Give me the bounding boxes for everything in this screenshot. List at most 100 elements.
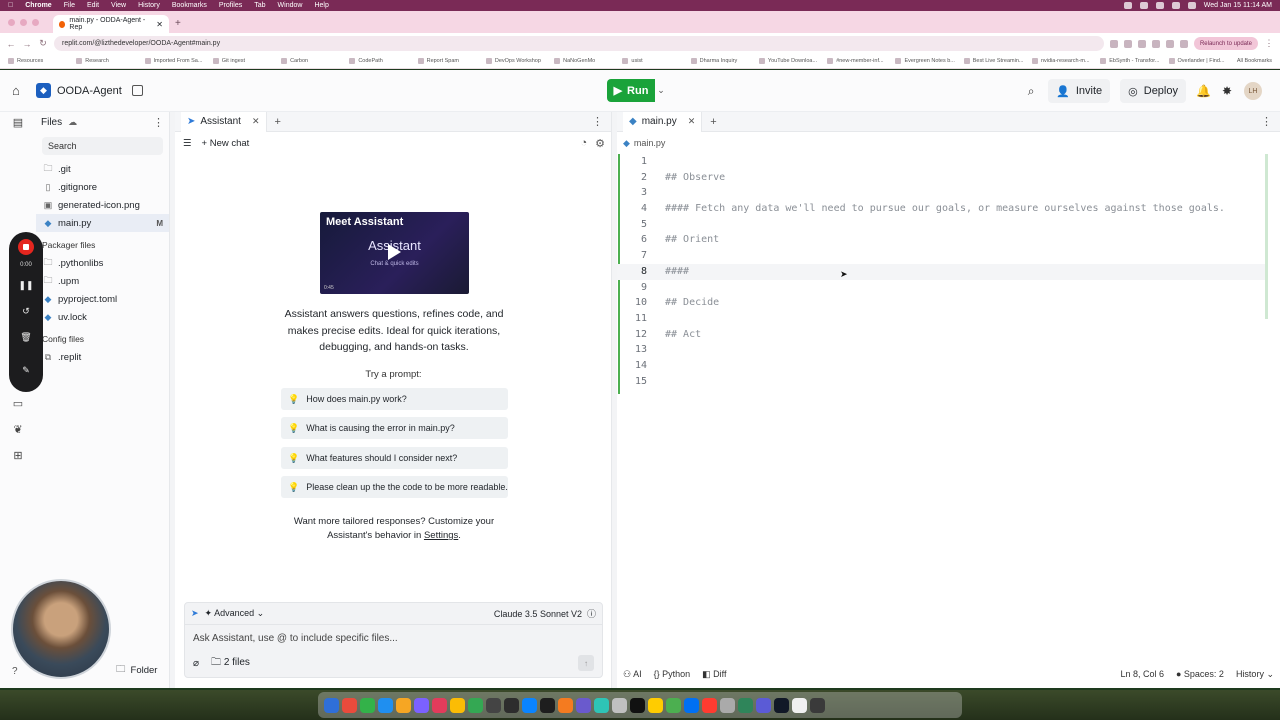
attach-paperclip-icon[interactable]: ⌀ (193, 658, 199, 669)
editor-scrollbar[interactable] (1265, 154, 1268, 319)
menu-tab[interactable]: Tab (254, 2, 265, 9)
dock-app-icon[interactable] (450, 697, 465, 713)
dock-app-icon[interactable] (576, 697, 591, 713)
meet-assistant-video[interactable]: Meet Assistant Assistant Chat & quick ed… (320, 212, 469, 294)
tab-main-py[interactable]: ◆ main.py ✕ (623, 111, 703, 132)
file-tree-item[interactable]: ⧉ .replit (36, 348, 169, 366)
close-tab-icon[interactable]: ✕ (688, 116, 696, 127)
apple-icon[interactable]:  (8, 2, 13, 9)
add-tab-button[interactable]: + (710, 116, 716, 128)
dock-app-icon[interactable] (666, 697, 681, 713)
config-files-section[interactable]: Config files (36, 330, 169, 348)
dock-app-icon[interactable] (378, 697, 393, 713)
trash-icon[interactable]: 🗑 (9, 332, 43, 343)
bookmark-item[interactable]: Best Live Streamin... (964, 58, 1026, 64)
file-tree-item[interactable]: 🗀 .pythonlibs (36, 254, 169, 272)
menu-view[interactable]: View (111, 2, 126, 9)
dock-app-icon[interactable] (324, 697, 339, 713)
new-folder-button[interactable]: 🗀 Folder (110, 661, 163, 679)
packager-files-section[interactable]: Packager files (36, 236, 169, 254)
gauge-icon[interactable]: ◔ (580, 137, 587, 150)
bookmark-item[interactable]: #new-member-inf... (827, 58, 889, 64)
install-app-icon[interactable] (1109, 39, 1118, 48)
dock-app-icon[interactable] (630, 697, 645, 713)
menu-file[interactable]: File (64, 2, 75, 9)
assistant-input[interactable]: Ask Assistant, use @ to include specific… (185, 625, 602, 651)
dock-app-icon[interactable] (612, 697, 627, 713)
prompt-suggestion[interactable]: 💡 What features should I consider next? (281, 447, 508, 469)
menu-edit[interactable]: Edit (87, 2, 99, 9)
dock-app-icon[interactable] (522, 697, 537, 713)
settings-gear-icon[interactable]: ⚙ (595, 137, 605, 150)
bookmark-item[interactable]: nvidia-research-m... (1032, 58, 1094, 64)
browser-tab[interactable]: main.py - ODDA-Agent - Rep ✕ (53, 15, 169, 33)
file-tree-item[interactable]: ◆ pyproject.toml (36, 290, 169, 308)
bookmark-item[interactable]: Report Spam (418, 58, 480, 64)
bookmark-item[interactable]: Evergreen Notes b... (895, 58, 957, 64)
dock-app-icon[interactable] (648, 697, 663, 713)
model-selector[interactable]: Claude 3.5 Sonnet V2 ⓘ (494, 607, 596, 620)
code-editor[interactable]: 1 2 ## Observe 3 4 #### Fetch any data we'll … (617, 154, 1265, 634)
code-line[interactable]: 8 #### (617, 263, 1265, 280)
code-line[interactable]: 5 (617, 217, 1265, 233)
zoom-icon[interactable] (1123, 39, 1132, 48)
code-line[interactable]: 12 ## Act (617, 327, 1265, 343)
dock-app-icon[interactable] (738, 697, 753, 713)
monitor-icon[interactable]: ▭ (11, 397, 25, 411)
bookmark-item[interactable]: EbSynth - Transfor... (1100, 58, 1162, 64)
close-tab-icon[interactable]: ✕ (252, 116, 260, 127)
ai-toggle[interactable]: ⚇ AI (623, 669, 642, 680)
home-icon[interactable]: ⌂ (12, 83, 26, 98)
file-tree-item[interactable]: ◆ uv.lock (36, 308, 169, 326)
theme-sun-icon[interactable]: ✸ (1220, 84, 1234, 98)
code-line[interactable]: 11 (617, 311, 1265, 327)
prompt-suggestion[interactable]: 💡 What is causing the error in main.py? (281, 417, 508, 439)
dock-app-icon[interactable] (540, 697, 555, 713)
code-line[interactable]: 9 (617, 280, 1265, 296)
menu-help[interactable]: Help (314, 2, 328, 9)
file-tree-item[interactable]: 🗀 .upm (36, 272, 169, 290)
new-chat-button[interactable]: + New chat (202, 138, 250, 149)
minimize-window-button[interactable] (20, 18, 27, 26)
close-tab-icon[interactable]: ✕ (156, 20, 163, 29)
diff-toggle[interactable]: ◧ Diff (702, 669, 726, 680)
code-line[interactable]: 6 ## Orient (617, 232, 1265, 248)
code-line[interactable]: 2 ## Observe (617, 170, 1265, 186)
bookmark-item[interactable]: Overlander | Find... (1169, 58, 1231, 64)
search-icon[interactable]: ⌕ (1024, 84, 1038, 99)
stop-recording-button[interactable] (18, 239, 34, 255)
settings-link[interactable]: Settings (424, 530, 458, 541)
tab-assistant[interactable]: ➤ Assistant ✕ (181, 111, 267, 132)
bookmark-item[interactable]: Git ingest (213, 58, 275, 64)
profile-icon[interactable] (1179, 39, 1188, 48)
cursor-position[interactable]: Ln 8, Col 6 (1120, 669, 1164, 679)
dock-app-icon[interactable] (702, 697, 717, 713)
code-line[interactable]: 3 (617, 185, 1265, 201)
code-line[interactable]: 4 #### Fetch any data we'll need to pursu… (617, 201, 1265, 217)
bookmark-item[interactable]: Resources (8, 58, 70, 64)
dock-app-icon[interactable] (684, 697, 699, 713)
invite-button[interactable]: 👤 Invite (1048, 79, 1111, 103)
back-arrow-icon[interactable]: ← (6, 39, 16, 49)
panel-menu-icon[interactable]: ⋮ (1261, 115, 1272, 128)
dock-app-icon[interactable] (432, 697, 447, 713)
project-info-icon[interactable] (131, 85, 143, 96)
bookmark-item[interactable]: Dharma Inquiry (691, 58, 753, 64)
notification-bell-icon[interactable]: 🔔 (1196, 84, 1211, 98)
control-center-icon[interactable] (1187, 2, 1196, 9)
breadcrumb-file[interactable]: main.py (634, 138, 666, 148)
bookmark-star-icon[interactable] (1137, 39, 1146, 48)
bookmark-item[interactable]: DevOps Workshop (486, 58, 548, 64)
history-button[interactable]: History ⌄ (1236, 669, 1274, 680)
menu-profiles[interactable]: Profiles (219, 2, 242, 9)
dock-app-icon[interactable] (756, 697, 771, 713)
dock-app-icon[interactable] (504, 697, 519, 713)
deploy-button[interactable]: ◎ Deploy (1120, 79, 1186, 103)
mode-selector[interactable]: ✦ Advanced ⌄ (205, 608, 265, 619)
restart-icon[interactable]: ↺ (9, 306, 43, 317)
dock-app-icon[interactable] (342, 697, 357, 713)
chat-list-icon[interactable]: ☰ (183, 138, 192, 149)
dock-app-icon[interactable] (360, 697, 375, 713)
file-tree-item[interactable]: ◆ main.py M (36, 214, 169, 232)
bookmark-item[interactable]: YouTube Downloa... (759, 58, 821, 64)
